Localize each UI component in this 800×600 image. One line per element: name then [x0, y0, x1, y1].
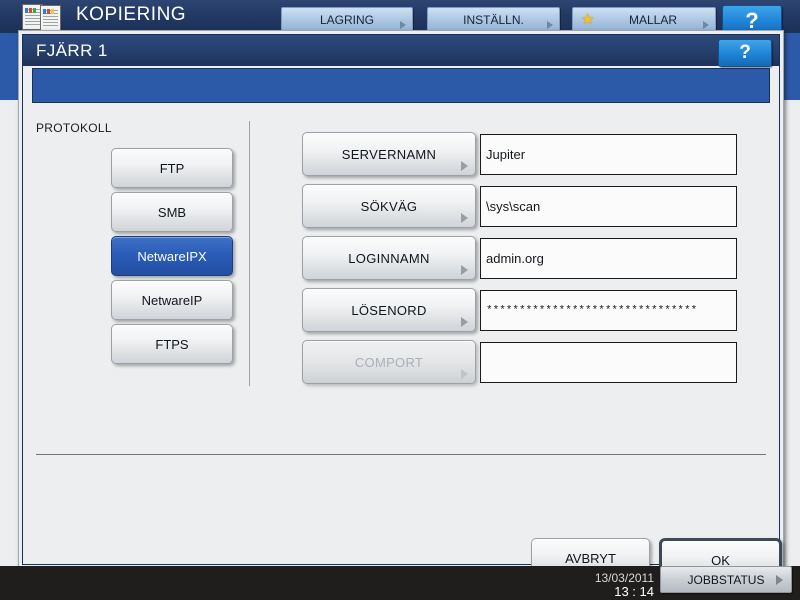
- field-label: LOGINNAMN: [348, 250, 430, 266]
- field-button-losenord[interactable]: LÖSENORD: [302, 288, 476, 332]
- job-status-button[interactable]: JOBBSTATUS: [660, 566, 792, 593]
- protocol-section-label: PROTOKOLL: [36, 121, 112, 135]
- dialog-title-bar: [23, 35, 779, 66]
- protocol-button-netwareipx[interactable]: NetwareIPX: [111, 236, 233, 276]
- field-value-loginnamn[interactable]: admin.org: [480, 238, 737, 279]
- field-value-sokvag[interactable]: \sys\scan: [480, 186, 737, 227]
- protocol-label: FTP: [159, 160, 185, 176]
- chevron-right-icon: [547, 21, 553, 29]
- field-label: COMPORT: [354, 354, 424, 370]
- vertical-divider: [249, 121, 250, 386]
- chevron-right-icon: [461, 213, 468, 223]
- chevron-right-icon: [461, 161, 468, 171]
- app-title: KOPIERING: [76, 4, 187, 25]
- field-label: SÖKVÄG: [360, 198, 418, 214]
- tab-installn-label: INSTÄLLN.: [463, 13, 524, 27]
- field-value-comport: [480, 342, 737, 383]
- chevron-right-icon: [400, 21, 406, 29]
- protocol-label: FTPS: [155, 336, 189, 352]
- star-icon: ★: [581, 11, 595, 28]
- field-label: SERVERNAMN: [341, 146, 437, 162]
- chevron-right-icon: [776, 575, 783, 585]
- job-status-label: JOBBSTATUS: [687, 572, 765, 587]
- field-button-comport: COMPORT: [302, 340, 476, 384]
- dialog-title: FJÄRR 1: [36, 41, 108, 60]
- field-value-servernamn[interactable]: Jupiter: [480, 134, 737, 175]
- field-value-text: admin.org: [486, 251, 544, 266]
- protocol-button-smb[interactable]: SMB: [111, 192, 233, 232]
- field-value-losenord[interactable]: ********************************: [480, 290, 737, 331]
- field-button-sokvag[interactable]: SÖKVÄG: [302, 184, 476, 228]
- chevron-right-icon: [703, 21, 709, 29]
- chevron-right-icon: [461, 317, 468, 327]
- field-button-loginnamn[interactable]: LOGINNAMN: [302, 236, 476, 280]
- field-value-text: ********************************: [486, 304, 698, 317]
- dialog-help-button[interactable]: ?: [718, 39, 772, 67]
- protocol-label: SMB: [157, 204, 187, 220]
- field-button-servernamn[interactable]: SERVERNAMN: [302, 132, 476, 176]
- cancel-button-label: AVBRYT: [565, 551, 616, 566]
- protocol-button-netwareip[interactable]: NetwareIP: [111, 280, 233, 320]
- chevron-right-icon: [461, 369, 468, 379]
- clock-time: 13 : 14: [614, 584, 654, 599]
- protocol-button-ftp[interactable]: FTP: [111, 148, 233, 188]
- protocol-label: NetwareIPX: [137, 248, 207, 264]
- clock: 13/03/2011 13 : 14: [584, 571, 654, 599]
- field-value-text: \sys\scan: [486, 199, 541, 214]
- tab-lagring-label: LAGRING: [319, 13, 374, 27]
- protocol-label: NetwareIP: [141, 292, 203, 308]
- field-label: LÖSENORD: [351, 302, 427, 318]
- fjarr-1-dialog: FJÄRR 1 ? PROTOKOLL FTP SMB NetwareIPX N…: [18, 30, 784, 583]
- chevron-right-icon: [461, 265, 468, 275]
- horizontal-divider: [36, 454, 766, 455]
- protocol-button-ftps[interactable]: FTPS: [111, 324, 233, 364]
- field-value-text: Jupiter: [486, 147, 526, 162]
- tab-mallar-label: MALLAR: [628, 13, 678, 27]
- dialog-inner-frame: FJÄRR 1 ? PROTOKOLL FTP SMB NetwareIPX N…: [22, 34, 782, 583]
- dialog-accent-band: [32, 68, 770, 103]
- printer-touchscreen: KOPIERING LAGRING INSTÄLLN. ★ MALLAR ? F…: [0, 0, 800, 600]
- copy-document-icon: [22, 4, 68, 31]
- clock-date: 13/03/2011: [594, 571, 654, 585]
